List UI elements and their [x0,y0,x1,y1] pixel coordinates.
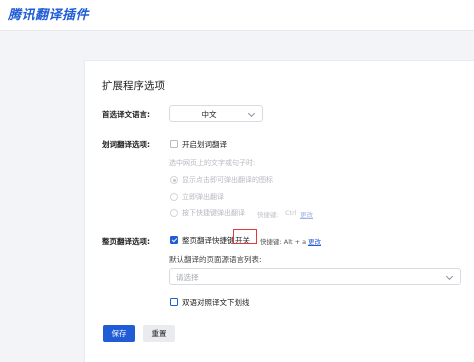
selection-shortcut-key: Ctrl [285,209,297,217]
highlight-box [233,229,257,244]
radio-show-icon[interactable] [170,176,178,184]
page-translate-shortcut-text: 快捷键: Alt + a [260,238,307,246]
radio-popup-immediately[interactable] [170,193,178,201]
chevron-down-icon [247,109,256,118]
source-lang-list-label: 默认翻译的页面源语言列表: [169,255,262,264]
source-lang-select[interactable]: 请选择 [169,268,461,285]
options-panel: 扩展程序选项 首选译文语言: 中文 划词翻译选项: 开启划词翻译 选中网页上的文… [84,60,474,362]
reset-button[interactable]: 重置 [143,325,175,342]
page-translate-change-link[interactable]: 更改 [308,236,321,246]
page-translate-toggle-label-a: 整页翻译快捷键 [182,236,235,245]
page-title: 扩展程序选项 [102,80,165,92]
radio-shortcut-popup[interactable] [170,209,178,217]
enable-selection-translate-checkbox[interactable] [170,140,178,148]
source-lang-placeholder: 请选择 [176,273,199,282]
selection-sub-label: 选中网页上的文字或句子时: [169,159,256,167]
brand-logo: 腾讯翻译插件 [8,8,90,23]
option-shortcut-popup-label: 按下快捷键弹出翻译 [182,209,245,217]
preferred-lang-select[interactable]: 中文 [169,105,263,122]
page-translate-label: 整页翻译选项: [102,237,150,246]
page-translate-toggle-checkbox[interactable] [170,236,178,244]
option-show-icon-label: 显示点击即可弹出翻译的图标 [182,176,273,184]
enable-selection-translate-label: 开启划词翻译 [182,140,227,149]
preferred-lang-label: 首选译文语言: [102,110,150,119]
selection-change-shortcut-link[interactable]: 更改 [300,209,313,219]
option-popup-immediately-label: 立即弹出翻译 [182,193,224,201]
bilingual-underline-checkbox[interactable] [170,298,178,306]
save-button[interactable]: 保存 [103,325,135,342]
bilingual-underline-label: 双语对照译文下划线 [182,298,250,307]
chevron-down-icon [445,272,454,281]
app-header: 腾讯翻译插件 [0,0,474,31]
selection-shortcut-prefix: 快捷键: [257,211,279,219]
preferred-lang-value: 中文 [201,110,217,119]
selection-translate-label: 划词翻译选项: [102,140,150,149]
